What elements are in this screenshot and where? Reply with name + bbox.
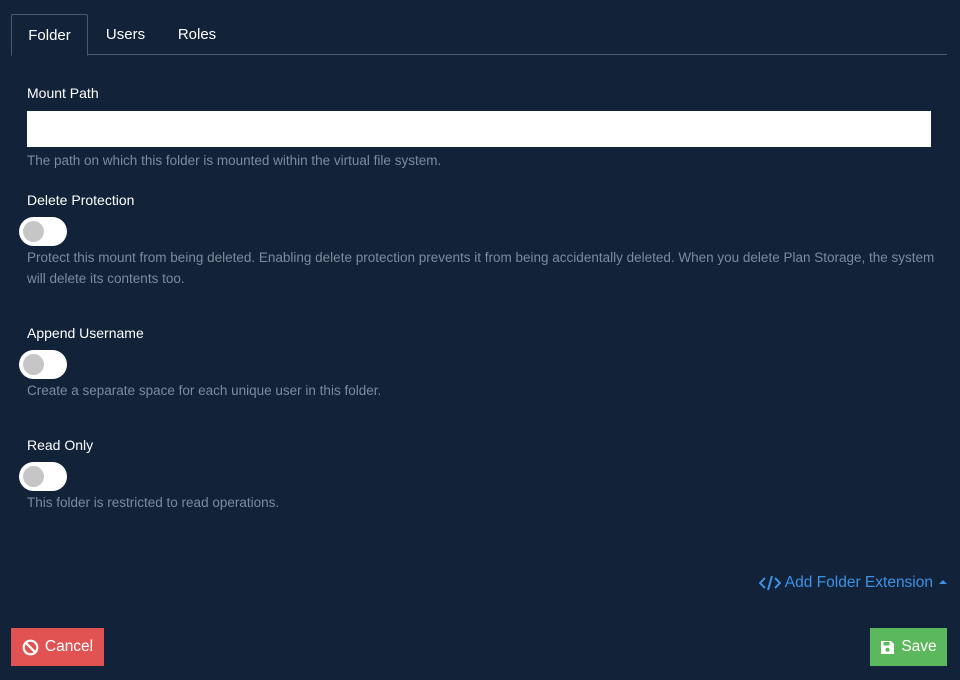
tab-roles[interactable]: Roles bbox=[163, 14, 231, 55]
add-folder-extension-link[interactable]: Add Folder Extension bbox=[758, 574, 947, 592]
code-icon bbox=[758, 575, 782, 591]
cancel-button[interactable]: Cancel bbox=[11, 628, 104, 666]
read-only-label: Read Only bbox=[27, 437, 94, 453]
save-label: Save bbox=[901, 638, 937, 655]
folder-settings-panel: Folder Users Roles Mount Path The path o… bbox=[0, 0, 960, 680]
toggle-knob bbox=[23, 466, 44, 487]
tab-folder[interactable]: Folder bbox=[11, 14, 88, 56]
read-only-help: This folder is restricted to read operat… bbox=[27, 495, 280, 510]
floppy-disk-icon bbox=[880, 640, 895, 655]
save-button[interactable]: Save bbox=[870, 628, 947, 666]
mount-path-input[interactable] bbox=[27, 111, 931, 147]
tab-users[interactable]: Users bbox=[88, 14, 163, 55]
toggle-knob bbox=[23, 354, 44, 375]
mount-path-help: The path on which this folder is mounted… bbox=[27, 153, 442, 168]
delete-protection-toggle[interactable] bbox=[19, 217, 67, 246]
cancel-label: Cancel bbox=[44, 638, 94, 655]
caret-up-icon bbox=[939, 580, 947, 584]
mount-path-label: Mount Path bbox=[27, 85, 99, 101]
append-username-toggle[interactable] bbox=[19, 350, 67, 379]
toggle-knob bbox=[23, 221, 44, 242]
read-only-toggle[interactable] bbox=[19, 462, 67, 491]
append-username-label: Append Username bbox=[27, 325, 144, 341]
delete-protection-label: Delete Protection bbox=[27, 192, 135, 208]
ban-icon bbox=[22, 639, 39, 656]
tab-bar: Folder Users Roles bbox=[11, 14, 947, 56]
append-username-help: Create a separate space for each unique … bbox=[27, 383, 382, 398]
delete-protection-help: Protect this mount from being deleted. E… bbox=[27, 250, 935, 286]
add-folder-extension-label: Add Folder Extension bbox=[784, 574, 933, 591]
